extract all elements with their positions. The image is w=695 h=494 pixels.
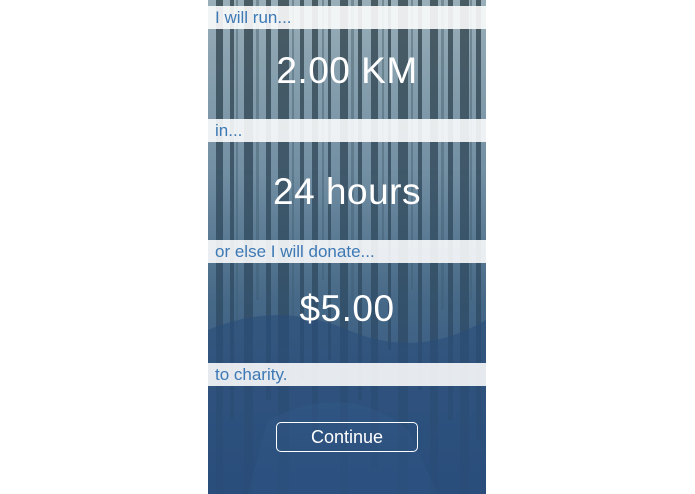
penalty-amount-value[interactable]: $5.00 <box>208 288 486 330</box>
penalty-prompt-label: or else I will donate... <box>215 241 375 261</box>
time-prompt-label: in... <box>215 120 243 140</box>
distance-prompt-band: I will run... <box>208 6 486 29</box>
distance-value[interactable]: 2.00 KM <box>208 50 486 92</box>
penalty-prompt-band: or else I will donate... <box>208 240 486 263</box>
time-prompt-band: in... <box>208 119 486 142</box>
app-screen: I will run... 2.00 KM in... 24 hours or … <box>208 0 486 494</box>
continue-button[interactable]: Continue <box>276 422 418 452</box>
recipient-band: to charity. <box>208 363 486 386</box>
distance-prompt-label: I will run... <box>215 7 292 27</box>
recipient-label: to charity. <box>215 364 288 384</box>
time-value[interactable]: 24 hours <box>208 171 486 213</box>
